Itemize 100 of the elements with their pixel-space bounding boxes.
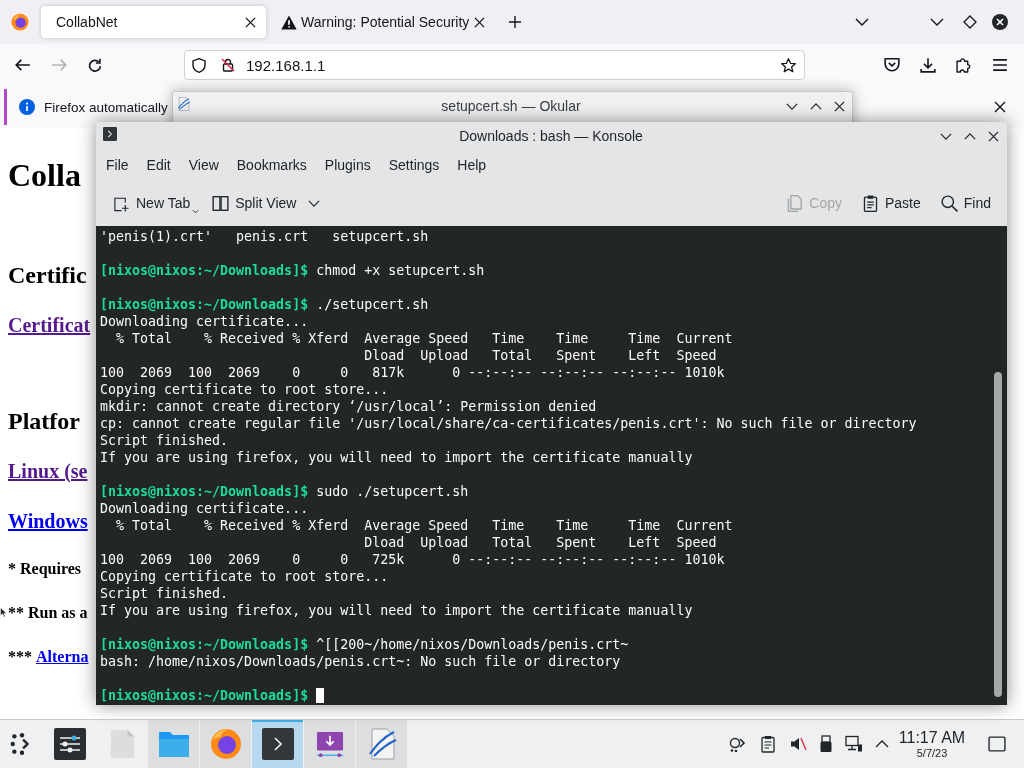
browser-logo-icon [209, 728, 242, 760]
terminal-line: Copying certificate to root store... [100, 568, 389, 585]
chevron-down-icon [308, 199, 321, 207]
terminal-line: mkdir: cannot create directory ‘/usr/local’: Permission denied [100, 398, 597, 415]
terminal-line: 100 2069 100 2069 0 0 725k 0 --:--:-- --:--:-- --:--:-- 1010k [100, 551, 725, 568]
speaker-muted-icon[interactable] [789, 735, 807, 753]
shell-prompt: [nixos@nixos:~/Downloads]$ [100, 687, 309, 704]
reload-icon [87, 58, 103, 72]
terminal-line: Downloading certificate... [100, 313, 309, 330]
task-button[interactable] [304, 720, 356, 768]
blank-document-icon [108, 729, 135, 759]
lock-slash-icon[interactable] [221, 58, 235, 72]
page-link[interactable]: Certificat [8, 314, 91, 336]
chevron-down-icon[interactable] [855, 18, 869, 26]
terminal-line: Script finished. [100, 432, 229, 449]
shell-command: sudo ./setupcert.sh [316, 483, 469, 500]
menu-item[interactable]: Edit [137, 153, 180, 177]
clock-date: 5/7/23 [916, 747, 948, 760]
address-bar[interactable]: 192.168.1.1 [184, 50, 805, 80]
section-heading: Platfor [8, 408, 80, 434]
section-heading: Certific [8, 262, 87, 288]
document-icon [177, 97, 191, 111]
back-arrow-icon [15, 58, 31, 72]
page-link[interactable]: Linux (se [8, 460, 88, 482]
page-heading: Colla [8, 157, 81, 193]
terminal-icon [103, 127, 117, 141]
terminal-line: Dload Upload Total Spent Left Speed [363, 347, 717, 364]
info-icon [19, 99, 35, 115]
clock-time: 11:17 AM [898, 728, 966, 747]
menu-item[interactable]: Settings [379, 153, 449, 177]
terminal-icon [261, 728, 294, 760]
pocket-icon [884, 57, 900, 73]
split-view-icon [212, 194, 230, 212]
maximize-icon[interactable] [810, 102, 822, 110]
shell-prompt: [nixos@nixos:~/Downloads]$ [100, 262, 309, 279]
forward-arrow-icon [51, 58, 67, 72]
terminal-line: Copying certificate to root store... [100, 381, 389, 398]
minimize-icon[interactable] [940, 132, 952, 140]
show-desktop-icon[interactable] [988, 736, 1006, 752]
menu-item[interactable]: View [179, 153, 228, 177]
new-tab-button[interactable]: New Tab [109, 186, 204, 220]
find-button[interactable]: Find [936, 186, 995, 220]
window-title: Downloads : bash — Konsole [459, 128, 643, 144]
page-link[interactable]: Windows [8, 510, 88, 532]
terminal-line: cp: cannot create regular file '/usr/local/share/ca-certificates/penis.crt': No such file or directory [100, 415, 917, 432]
terminal-line: % Total % Received % Xferd Average Speed Time Time Time Current [115, 517, 733, 534]
menu-item[interactable]: Bookmarks [227, 153, 316, 177]
shell-prompt: [nixos@nixos:~/Downloads]$ [100, 483, 309, 500]
plus-icon[interactable] [508, 15, 522, 29]
minimize-icon[interactable] [786, 102, 798, 110]
close-icon[interactable] [834, 100, 845, 112]
folder-icon [157, 730, 190, 758]
menu-item[interactable]: Help [448, 153, 496, 177]
close-icon[interactable] [988, 130, 999, 142]
shell-command: ./setupcert.sh [316, 296, 429, 313]
menu-item[interactable]: File [97, 153, 138, 177]
split-view-button[interactable]: Split View [208, 186, 325, 220]
task-button[interactable] [356, 720, 408, 768]
close-icon[interactable] [994, 101, 1006, 113]
terminal-line: Downloading certificate... [100, 500, 309, 517]
terminal-line: bash: /home/nixos/Downloads/penis.crt~: No such file or directory [100, 653, 621, 670]
close-icon[interactable] [474, 16, 485, 28]
footnote-link[interactable]: Alterna [36, 648, 89, 665]
star-icon[interactable] [781, 57, 796, 73]
browser-tab[interactable]: Warning: Potential Security [270, 6, 495, 38]
shell-prompt: [nixos@nixos:~/Downloads]$ [100, 296, 309, 313]
minimize-icon[interactable] [930, 18, 944, 26]
close-icon[interactable] [245, 16, 256, 28]
terminal-line: Dload Upload Total Spent Left Speed [363, 534, 717, 551]
terminal-line: If you are using firefox, you will need to import the certificate manually [100, 449, 693, 466]
menu-icon [992, 57, 1008, 73]
notification-text: Firefox automatically [44, 99, 168, 115]
shell-prompt: [nixos@nixos:~/Downloads]$ [100, 636, 309, 653]
shield-icon[interactable] [192, 57, 206, 73]
terminal-panel[interactable] [96, 226, 1007, 705]
chevron-up-icon[interactable] [875, 740, 889, 748]
terminal-line: 'penis(1).crt' penis.crt setupcert.sh [100, 228, 429, 245]
browser-logo-icon[interactable] [11, 13, 29, 31]
terminal-line: 100 2069 100 2069 0 0 817k 0 --:--:-- --:--:-- --:--:-- 1010k [100, 364, 725, 381]
close-icon[interactable] [992, 14, 1008, 30]
browser-tab[interactable]: CollabNet [41, 6, 266, 38]
terminal-line: Script finished. [100, 585, 229, 602]
network-icon[interactable] [845, 735, 863, 753]
shell-command: ^[[200~/home/nixos/Downloads/penis.crt~ [316, 636, 629, 653]
download-icon [314, 730, 345, 758]
footnote-text: * Requires [8, 560, 82, 577]
task-button[interactable] [252, 720, 304, 768]
maximize-icon[interactable] [964, 132, 976, 140]
usb-drive-icon[interactable] [819, 735, 833, 753]
connect-icon[interactable] [729, 735, 747, 753]
warning-icon [281, 14, 297, 30]
footnote-text: ** Run as a [8, 604, 88, 621]
maximize-icon[interactable] [963, 15, 977, 29]
shell-command: chmod +x setupcert.sh [316, 262, 485, 279]
sliders-icon [53, 728, 86, 760]
clipboard-icon [861, 194, 879, 212]
menu-item[interactable]: Plugins [315, 153, 380, 177]
scrollbar-thumb[interactable] [994, 372, 1002, 697]
clipboard-icon[interactable] [759, 735, 777, 753]
paste-button[interactable]: Paste [857, 186, 925, 220]
